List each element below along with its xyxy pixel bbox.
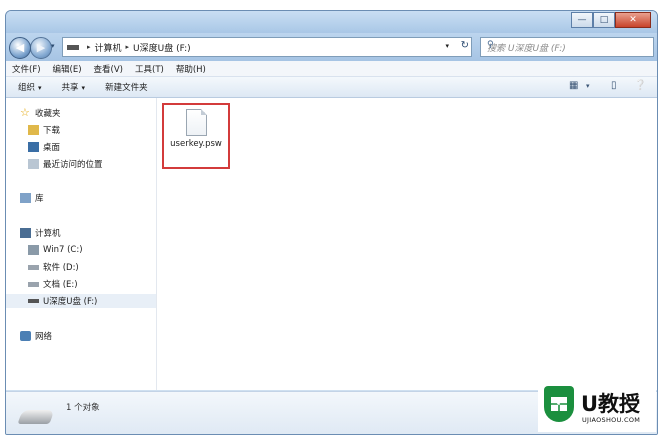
usb-drive-icon — [28, 299, 39, 303]
title-bar: — □ ✕ — [6, 11, 657, 33]
shield-logo-icon — [544, 386, 574, 422]
download-folder-icon — [28, 125, 39, 135]
nav-drive-f[interactable]: U深度U盘 (F:) — [6, 294, 156, 308]
nav-computer-label: 计算机 — [35, 229, 61, 239]
nav-drive-e-label: 文档 (E:) — [43, 280, 78, 290]
refresh-icon[interactable]: ↻ — [461, 40, 469, 51]
recent-pages-dropdown-icon[interactable]: ▾ — [51, 42, 55, 50]
back-button[interactable]: ◀ — [9, 37, 31, 59]
desktop-icon — [28, 142, 39, 152]
menu-help[interactable]: 帮助(H) — [176, 63, 206, 75]
nav-network-label: 网络 — [35, 332, 53, 342]
network-icon — [20, 331, 31, 341]
nav-recent[interactable]: 最近访问的位置 — [28, 157, 103, 171]
breadcrumb-usb-drive[interactable]: U深度U盘 (F:) — [133, 41, 191, 54]
search-input[interactable]: 搜索 U深度U盘 (F:) ⚲ — [480, 37, 654, 57]
preview-pane-icon[interactable]: ▯ — [611, 80, 617, 91]
star-icon: ☆ — [20, 106, 30, 119]
nav-libraries[interactable]: 库 — [20, 191, 44, 205]
hard-drive-icon — [28, 264, 39, 270]
nav-downloads-label: 下载 — [43, 126, 61, 136]
nav-computer[interactable]: 计算机 — [20, 226, 61, 240]
drive-icon — [67, 44, 79, 50]
computer-icon — [20, 228, 31, 238]
nav-desktop[interactable]: 桌面 — [28, 140, 60, 154]
watermark-logo: U教授 UJIAOSHOU.COM — [538, 382, 656, 432]
minimize-button[interactable]: — — [571, 12, 593, 28]
nav-favorites-label: 收藏夹 — [35, 109, 61, 119]
nav-drive-c[interactable]: Win7 (C:) — [28, 243, 83, 257]
address-bar[interactable]: ▸ 计算机 ▸ U深度U盘 (F:) ▾ ↻ — [62, 37, 472, 57]
usb-drive-icon — [17, 410, 55, 424]
menu-tools[interactable]: 工具(T) — [135, 63, 164, 75]
nav-libraries-label: 库 — [35, 194, 44, 204]
breadcrumb-separator[interactable]: ▸ — [126, 43, 130, 51]
file-name: userkey.psw — [170, 139, 222, 149]
search-icon[interactable]: ⚲ — [487, 40, 649, 50]
document-icon — [186, 109, 207, 136]
organize-button[interactable]: 组织 ▾ — [18, 81, 42, 93]
breadcrumb-separator[interactable]: ▸ — [87, 43, 91, 51]
logo-url: UJIAOSHOU.COM — [582, 416, 641, 424]
organize-label: 组织 — [18, 83, 36, 93]
menu-file[interactable]: 文件(F) — [12, 63, 41, 75]
file-list: userkey.psw — [157, 98, 657, 390]
nav-drive-d-label: 软件 (D:) — [43, 263, 79, 273]
view-options-icon[interactable]: ▦ — [569, 80, 578, 91]
item-count: 1 个对象 — [66, 403, 100, 413]
nav-desktop-label: 桌面 — [43, 143, 61, 153]
nav-downloads[interactable]: 下载 — [28, 123, 60, 137]
forward-button[interactable]: ▶ — [30, 37, 52, 59]
breadcrumb-computer[interactable]: 计算机 — [95, 41, 122, 54]
help-icon[interactable]: ❔ — [634, 80, 646, 91]
address-row: ◀ ▶ ▾ ▸ 计算机 ▸ U深度U盘 (F:) ▾ ↻ 搜索 U深度U盘 (F… — [6, 33, 657, 61]
explorer-window: — □ ✕ ◀ ▶ ▾ ▸ 计算机 ▸ U深度U盘 (F:) ▾ ↻ 搜索 U深… — [5, 10, 658, 435]
system-drive-icon — [28, 245, 39, 255]
share-button[interactable]: 共享 ▾ — [62, 81, 86, 93]
view-dropdown-icon[interactable]: ▾ — [586, 82, 590, 90]
maximize-button[interactable]: □ — [593, 12, 615, 28]
navigation-pane: ☆ 收藏夹 下载 桌面 最近访问的位置 库 计算机 Win7 (C:) 软件 (D… — [6, 98, 157, 390]
new-folder-button[interactable]: 新建文件夹 — [105, 81, 148, 93]
chevron-down-icon: ▾ — [38, 84, 42, 92]
address-dropdown-icon[interactable]: ▾ — [445, 42, 449, 50]
hard-drive-icon — [28, 281, 39, 287]
nav-drive-c-label: Win7 (C:) — [43, 245, 83, 255]
nav-drive-d[interactable]: 软件 (D:) — [28, 260, 79, 274]
window-controls: — □ ✕ — [571, 12, 651, 28]
library-icon — [20, 193, 31, 203]
close-button[interactable]: ✕ — [615, 12, 651, 28]
nav-drive-f-label: U深度U盘 (F:) — [43, 297, 98, 307]
nav-drive-e[interactable]: 文档 (E:) — [28, 277, 78, 291]
menu-bar: 文件(F) 编辑(E) 查看(V) 工具(T) 帮助(H) — [6, 61, 657, 77]
share-label: 共享 — [61, 83, 79, 93]
nav-network[interactable]: 网络 — [20, 329, 52, 343]
nav-favorites[interactable]: ☆ 收藏夹 — [20, 106, 61, 120]
nav-recent-label: 最近访问的位置 — [43, 160, 103, 170]
chevron-down-icon: ▾ — [81, 84, 86, 92]
menu-view[interactable]: 查看(V) — [94, 63, 123, 75]
menu-edit[interactable]: 编辑(E) — [53, 63, 82, 75]
file-item[interactable]: userkey.psw — [162, 103, 230, 169]
command-bar: 组织 ▾ 共享 ▾ 新建文件夹 ▦ ▾ ▯ ❔ — [6, 77, 657, 98]
logo-text: U教授 — [581, 392, 641, 416]
recent-places-icon — [28, 159, 39, 169]
